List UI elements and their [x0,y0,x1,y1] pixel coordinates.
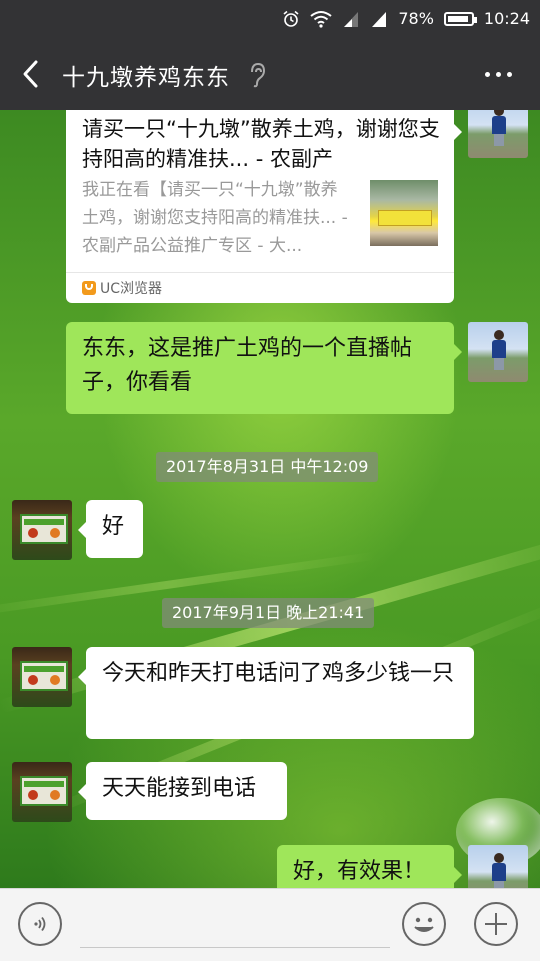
signal-icon [372,11,387,27]
message-bubble[interactable]: 好，有效果！ [277,845,462,888]
link-card-footer: UC浏览器 [66,272,454,304]
status-bar: 78% 10:24 [0,0,540,38]
more-button[interactable] [485,72,512,77]
avatar[interactable] [468,322,528,382]
more-dots-icon [485,72,490,77]
back-button[interactable] [16,56,46,92]
link-card-title: 请买一只“十九墩”散养土鸡，谢谢您支持阳高的精准扶... - 农副产 [82,117,440,171]
emoji-icon [414,917,434,932]
avatar[interactable] [468,845,528,888]
uc-browser-icon [82,281,96,295]
message-bubble[interactable]: 好 [78,500,143,558]
timestamp: 2017年9月1日 晚上21:41 [162,598,375,628]
voice-button[interactable] [18,902,62,946]
link-card[interactable]: 请买一只“十九墩”散养土鸡，谢谢您支持阳高的精准扶... - 农副产 我正在看【… [66,110,462,304]
message-bubble[interactable]: 东东，这是推广土鸡的一个直播帖子，你看看 [66,322,462,414]
avatar[interactable] [468,110,528,158]
signal-icon [344,11,359,27]
emoji-button[interactable] [402,902,446,946]
timestamp: 2017年8月31日 中午12:09 [156,452,379,482]
plus-button[interactable] [474,902,518,946]
message-input[interactable] [80,947,390,948]
input-bar [0,888,540,961]
status-icons: 78% 10:24 [282,9,530,28]
chat-title[interactable]: 十九墩养鸡东东 [62,58,230,92]
link-card-desc: 我正在看【请买一只“十九墩”散养土鸡，谢谢您支持阳高的精准扶... - 农副产品… [82,180,348,256]
avatar[interactable] [12,500,72,560]
link-card-source: UC浏览器 [100,281,163,297]
link-card-thumbnail [370,180,438,246]
message-bubble[interactable]: 天天能接到电话 [78,762,287,820]
message-bubble[interactable]: 今天和昨天打电话问了鸡多少钱一只 [78,647,474,739]
chat-area[interactable]: 请买一只“十九墩”散养土鸡，谢谢您支持阳高的精准扶... - 农副产 我正在看【… [0,110,540,888]
battery-percent: 78% [398,9,434,28]
alarm-icon [283,10,299,27]
earpiece-icon [251,62,266,88]
status-time: 10:24 [483,9,530,28]
wifi-icon [310,10,332,28]
avatar[interactable] [12,762,72,822]
voice-icon [34,916,46,932]
chat-header: 十九墩养鸡东东 [0,38,540,110]
chevron-left-icon [23,60,38,88]
battery-icon [443,11,477,26]
avatar[interactable] [12,647,72,707]
